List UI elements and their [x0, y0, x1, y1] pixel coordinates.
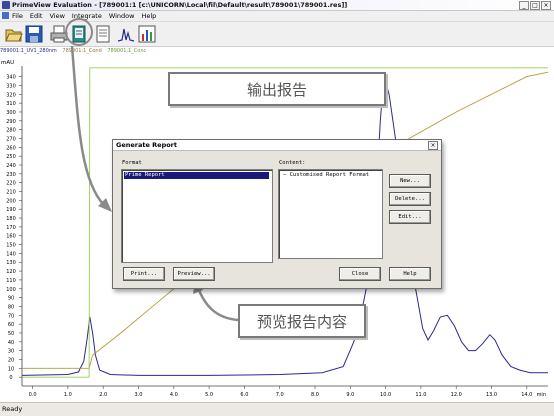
x-tick-label: 4.0 [170, 392, 178, 398]
content-label: Content: [279, 160, 306, 166]
x-tick-label: 1.0 [64, 392, 72, 398]
y-tick-label: 250 [6, 154, 16, 160]
dialog-close-button[interactable]: Close [339, 267, 381, 281]
y-tick-label: 60 [8, 322, 14, 328]
status-bar: Ready [0, 402, 554, 416]
edit-button[interactable]: Edit... [389, 210, 431, 224]
x-tick-label: 10.0 [380, 392, 391, 398]
menu-help[interactable]: Help [141, 11, 156, 21]
app-icon [2, 1, 10, 9]
x-tick-label: 0.0 [29, 392, 37, 398]
callout-output-report: 输出报告 [168, 72, 386, 106]
y-tick-label: 50 [8, 331, 14, 337]
y-tick-label: 90 [8, 296, 14, 302]
x-tick-label: 7.0 [276, 392, 284, 398]
trace-cond-label: 789001:1_Cond [62, 48, 102, 54]
y-axis-label: mAU [1, 60, 14, 66]
x-tick-label: 3.0 [135, 392, 143, 398]
close-button[interactable]: × [541, 1, 551, 10]
x-tick-label: 11.0 [415, 392, 426, 398]
content-item-text: Customised Report Format [289, 172, 370, 178]
preview-button[interactable]: Preview... [173, 267, 215, 281]
y-tick-label: 230 [6, 172, 16, 178]
y-tick-label: 300 [6, 110, 16, 116]
y-tick-label: 290 [6, 119, 16, 125]
trace-uv-label: 789001:1_UV1_280nm [0, 48, 57, 54]
content-listbox[interactable]: — Customised Report Format [278, 169, 383, 259]
print-button[interactable]: Print... [123, 267, 165, 281]
print-icon[interactable] [50, 25, 68, 43]
y-tick-label: 20 [8, 357, 14, 363]
y-tick-label: 130 [6, 260, 16, 266]
x-tick-label: 14.0 [521, 392, 532, 398]
trace-legend: 789001:1_UV1_280nm 789001:1_Cond 789001:… [0, 47, 554, 55]
y-tick-label: 150 [6, 243, 16, 249]
menu-view[interactable]: View [49, 11, 64, 21]
dialog-title: Generate Report [113, 140, 441, 151]
y-tick-label: 310 [6, 101, 16, 107]
chart-bars-icon[interactable] [138, 25, 156, 43]
y-tick-label: 320 [6, 92, 16, 98]
format-label: Format [122, 160, 142, 166]
y-tick-label: 180 [6, 216, 16, 222]
x-tick-label: 5.0 [205, 392, 213, 398]
maximize-button[interactable]: □ [530, 1, 540, 10]
format-item-prime-report[interactable]: Prime Report [124, 172, 269, 179]
help-button[interactable]: Help [389, 267, 431, 281]
y-tick-label: 120 [6, 269, 16, 275]
y-tick-label: 220 [6, 181, 16, 187]
new-button[interactable]: New... [389, 174, 431, 188]
open-folder-icon[interactable] [5, 25, 23, 43]
x-tick-label: 13.0 [486, 392, 497, 398]
x-axis-label: min [537, 392, 546, 398]
report-book-icon[interactable] [70, 25, 88, 43]
save-disk-icon[interactable] [25, 25, 43, 43]
menu-window[interactable]: Window [109, 11, 135, 21]
y-tick-label: 40 [8, 340, 14, 346]
y-tick-label: 240 [6, 163, 16, 169]
y-tick-label: 100 [6, 287, 16, 293]
y-tick-label: 190 [6, 207, 16, 213]
menu-edit[interactable]: Edit [30, 11, 43, 21]
y-tick-label: 170 [6, 225, 16, 231]
y-tick-label: 330 [6, 83, 16, 89]
y-tick-label: 260 [6, 145, 16, 151]
x-tick-label: 2.0 [99, 392, 107, 398]
x-tick-label: 12.0 [451, 392, 462, 398]
generate-report-dialog: Generate Report × Format Prime Report Co… [112, 139, 442, 289]
menu-integrate[interactable]: Integrate [72, 11, 102, 21]
title-bar: PrimeView Evaluation - [789001:1 [c:\UNI… [0, 0, 554, 11]
menu-bar: File Edit View Integrate Window Help [0, 11, 554, 22]
minimize-button[interactable]: _ [519, 1, 529, 10]
document-window-icon [2, 12, 9, 19]
peak-icon[interactable] [117, 25, 135, 43]
y-tick-label: 270 [6, 136, 16, 142]
window-title: PrimeView Evaluation - [789001:1 [c:\UNI… [12, 1, 348, 9]
dialog-close-icon[interactable]: × [428, 141, 438, 150]
document-icon[interactable] [94, 25, 112, 43]
toolbar [0, 22, 554, 47]
y-tick-label: 70 [8, 313, 14, 319]
callout-preview-report: 预览报告内容 [238, 304, 366, 338]
y-tick-label: 80 [8, 304, 14, 310]
y-tick-label: 340 [6, 75, 16, 81]
x-tick-label: 9.0 [346, 392, 354, 398]
y-tick-label: 30 [8, 349, 14, 355]
y-tick-label: 140 [6, 251, 16, 257]
y-tick-label: 0 [9, 375, 12, 381]
x-tick-label: 6.0 [240, 392, 248, 398]
menu-file[interactable]: File [12, 11, 23, 21]
y-tick-label: 160 [6, 234, 16, 240]
content-item-customised-format[interactable]: — Customised Report Format [283, 172, 369, 179]
y-tick-label: 10 [8, 366, 14, 372]
trace-conc-label: 789001:1_Conc [107, 48, 147, 54]
format-listbox[interactable]: Prime Report [121, 169, 273, 263]
y-tick-label: 200 [6, 198, 16, 204]
y-tick-label: 110 [6, 278, 16, 284]
delete-button[interactable]: Delete... [389, 192, 431, 206]
x-tick-label: 8.0 [311, 392, 319, 398]
y-tick-label: 210 [6, 190, 16, 196]
status-text: Ready [2, 405, 23, 413]
y-tick-label: 280 [6, 128, 16, 134]
